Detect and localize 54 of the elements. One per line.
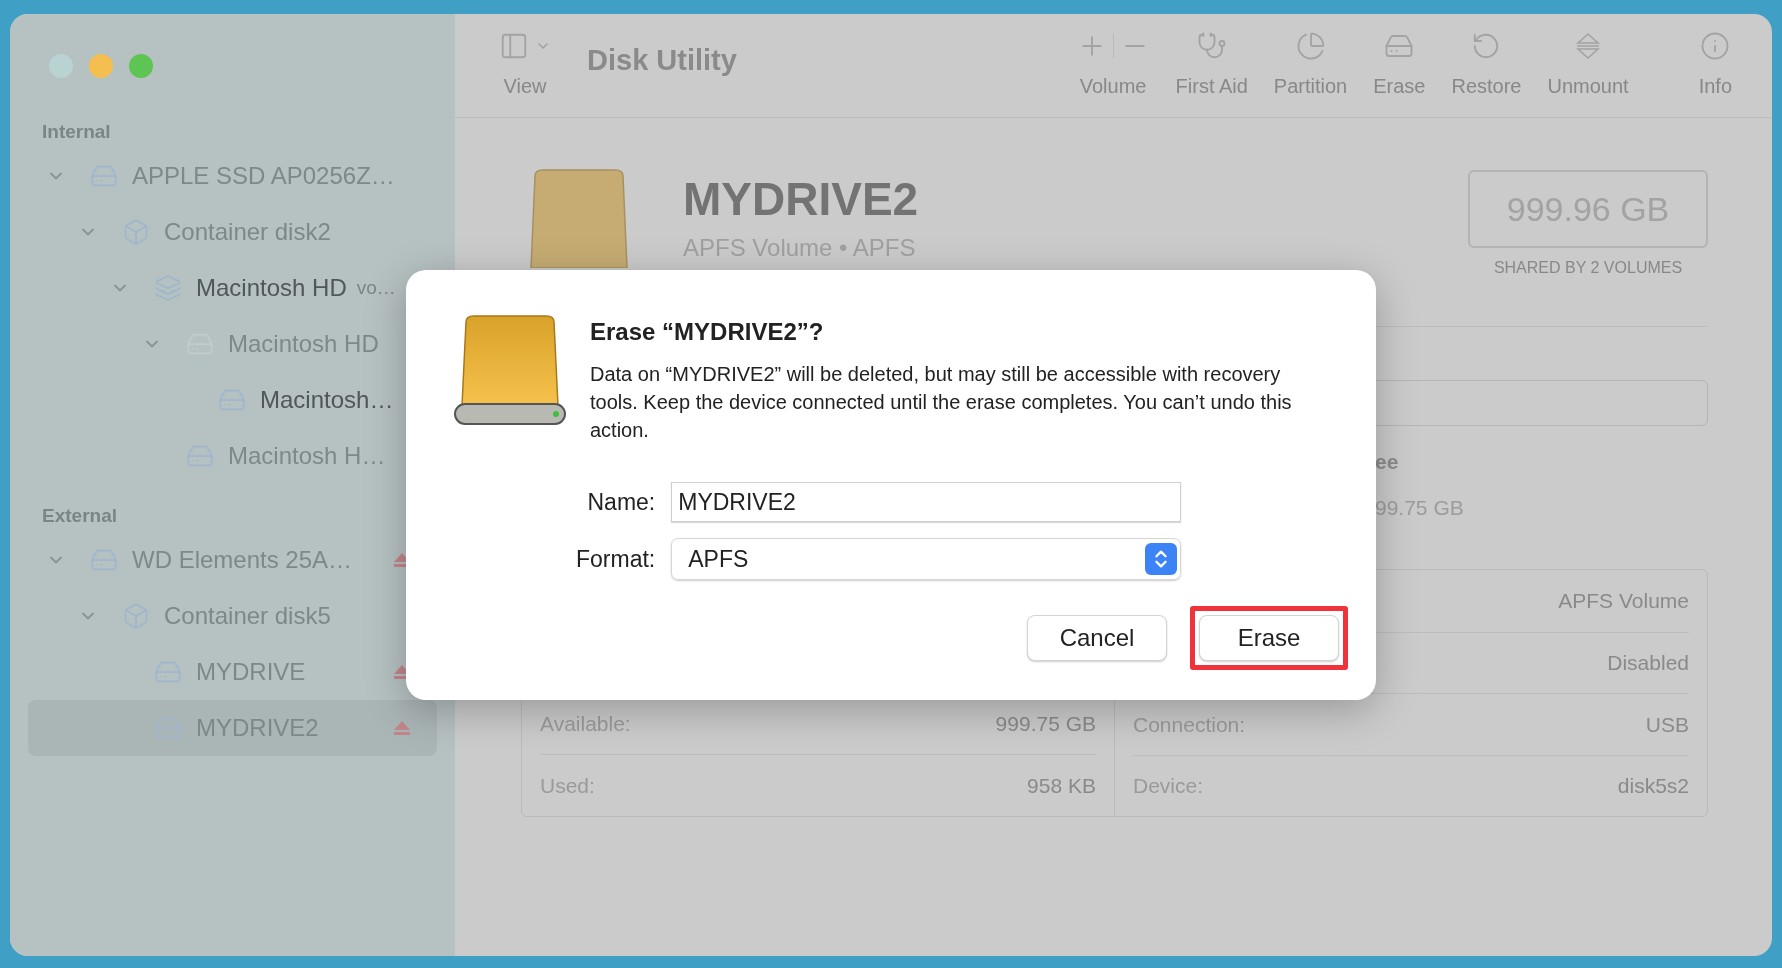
sidebar-item[interactable]: Macintosh…: [28, 372, 437, 428]
toolbar-label[interactable]: Unmount: [1547, 70, 1629, 101]
sidebar-item[interactable]: APPLE SSD AP0256Z…: [28, 148, 437, 204]
cube-icon: [122, 602, 150, 630]
info-value: 958 KB: [1027, 772, 1096, 799]
toolbar-label[interactable]: First Aid: [1175, 70, 1248, 101]
item-label: Container disk5: [164, 601, 331, 631]
item-label: Container disk2: [164, 217, 331, 247]
name-field[interactable]: MYDRIVE2: [671, 482, 1182, 522]
item-label: MYDRIVE: [196, 657, 306, 687]
item-label: Macintosh HD: [196, 273, 347, 303]
dialog-title: Erase “MYDRIVE2”?: [590, 317, 825, 347]
info-value: 999.75 GB: [995, 710, 1096, 737]
sidebar-item[interactable]: Macintosh H…: [28, 428, 437, 484]
sidebar-item[interactable]: Container disk2: [28, 204, 437, 260]
item-label: WD Elements 25A…: [132, 545, 353, 575]
item-suffix: vo…: [356, 275, 396, 300]
info-value: disk5s2: [1617, 773, 1689, 799]
section-header: External: [42, 503, 117, 528]
sidebar-item[interactable]: WD Elements 25A…: [28, 532, 437, 588]
toolbar-label: View: [503, 73, 547, 99]
field-label: Name:: [587, 487, 656, 517]
sidebar-item[interactable]: Container disk5: [28, 588, 437, 644]
toolbar-label[interactable]: Erase: [1373, 70, 1426, 101]
field-label: Format:: [576, 544, 656, 574]
item-label: Macintosh H…: [228, 441, 386, 471]
info-value: USB: [1645, 711, 1689, 738]
info-value: Disabled: [1607, 650, 1689, 676]
toolbar-label[interactable]: Info: [1698, 70, 1732, 101]
info-icon[interactable]: [1700, 30, 1731, 61]
format-dropdown[interactable]: APFS: [671, 538, 1182, 580]
sidebar-item[interactable]: Macintosh HD: [28, 316, 437, 372]
window-control-button[interactable]: [129, 54, 153, 78]
volume-name: MYDRIVE2: [683, 176, 919, 222]
item-label: APPLE SSD AP0256Z…: [132, 161, 395, 191]
dialog-button[interactable]: Erase: [1199, 615, 1339, 661]
dialog-button[interactable]: Cancel: [1027, 615, 1167, 661]
item-label: Macintosh HD: [228, 329, 379, 359]
info-value: APFS Volume: [1558, 588, 1689, 614]
pie-chart-icon[interactable]: [1295, 30, 1326, 61]
window-title: Disk Utility: [587, 42, 737, 78]
dialog-message: Data on “MYDRIVE2” will be deleted, but may still be accessible with recovery tools. Keep the device connected until the erase completes. You can’t undo this action.: [590, 362, 1293, 443]
toolbar-label[interactable]: Volume: [1079, 70, 1147, 101]
cube-icon: [122, 218, 150, 246]
toolbar-label[interactable]: Restore: [1451, 70, 1522, 101]
window-control-button[interactable]: [89, 54, 113, 78]
capacity-note: SHARED BY 2 VOLUMES: [1493, 258, 1683, 278]
toolbar-label[interactable]: Partition: [1273, 70, 1348, 101]
sidebar-item[interactable]: MYDRIVE: [28, 644, 437, 700]
sidebar-item[interactable]: Macintosh HD vo…: [28, 260, 437, 316]
item-label: Macintosh…: [260, 385, 394, 415]
stethoscope-icon[interactable]: [1196, 30, 1227, 61]
usage-label: ee: [1375, 449, 1400, 475]
section-header: Internal: [42, 119, 111, 144]
